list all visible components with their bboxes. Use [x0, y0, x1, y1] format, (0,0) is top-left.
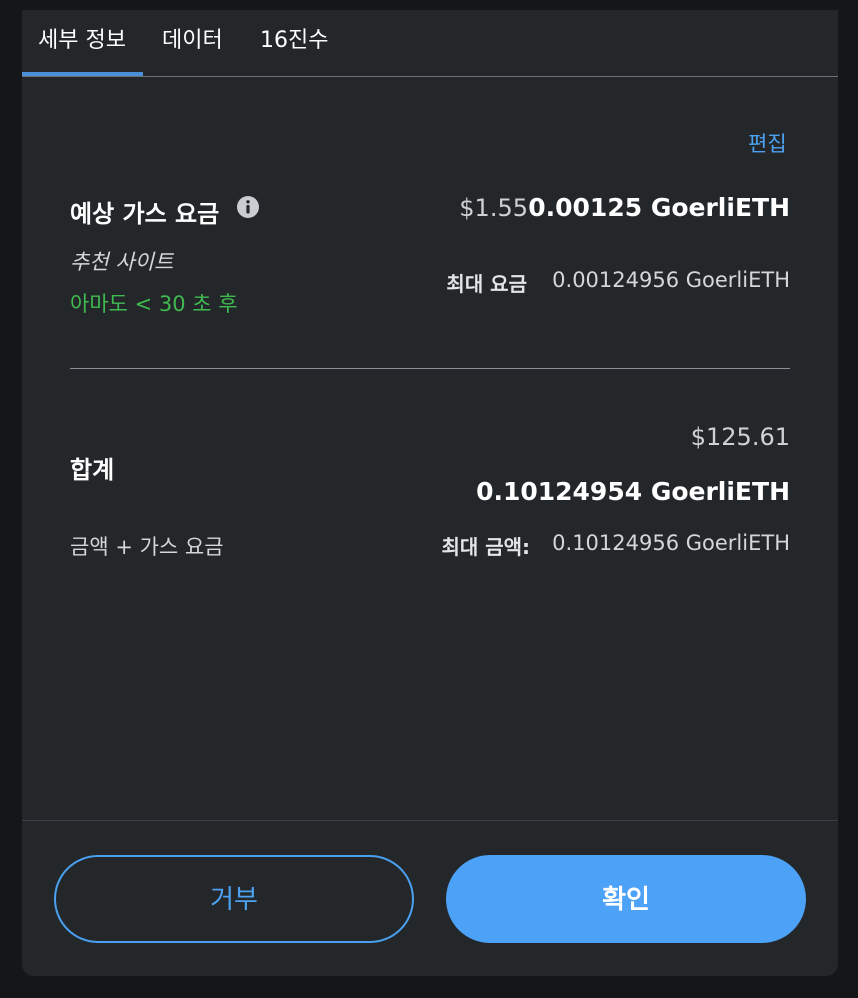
max-amount-value: 0.10124956 GoerliETH: [552, 531, 790, 555]
tab-details[interactable]: 세부 정보: [38, 10, 126, 74]
active-tab-indicator: [22, 72, 143, 76]
amount-plus-gas-label: 금액 + 가스 요금: [70, 535, 224, 559]
gas-fee-eth: 0.00125 GoerliETH: [528, 193, 790, 222]
max-fee-value: 0.00124956 GoerliETH: [552, 268, 790, 292]
tab-hex[interactable]: 16진수: [260, 10, 328, 74]
edit-gas-link[interactable]: 편집: [748, 128, 787, 158]
max-amount-label: 최대 금액:: [441, 535, 530, 559]
tab-bar: 세부 정보 데이터 16진수: [22, 10, 838, 77]
suggested-site-label: 추천 사이트: [70, 250, 174, 274]
tab-data[interactable]: 데이터: [162, 10, 223, 74]
gas-timing-estimate: 아마도 < 30 초 후: [70, 292, 238, 316]
max-fee-label: 최대 요금: [446, 272, 527, 296]
total-eth: 0.10124954 GoerliETH: [476, 477, 790, 506]
estimated-gas-fee-label: 예상 가스 요금: [70, 200, 220, 228]
reject-button[interactable]: 거부: [54, 855, 414, 943]
gas-fee-fiat: $1.55: [459, 194, 528, 222]
transaction-details-panel: 세부 정보 데이터 16진수 편집 예상 가스 요금 $1.55 0.00125…: [22, 10, 838, 976]
confirm-button[interactable]: 확인: [446, 855, 806, 943]
section-divider: [70, 368, 790, 369]
footer-divider: [22, 820, 838, 821]
total-fiat: $125.61: [690, 423, 790, 451]
info-icon[interactable]: [236, 195, 260, 219]
total-label: 합계: [70, 456, 115, 484]
